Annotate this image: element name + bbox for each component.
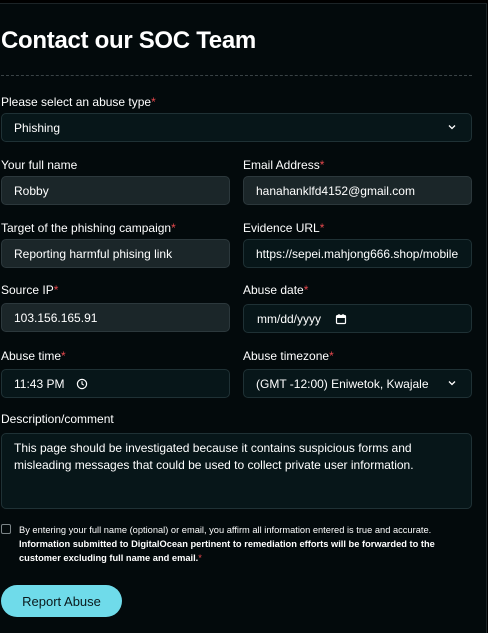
- abuse-date-value: mm/dd/yyyy: [257, 311, 322, 326]
- target-label-text: Target of the phishing campaign: [1, 221, 172, 235]
- abuse-date-input[interactable]: mm/dd/yyyy: [243, 304, 472, 333]
- full-name-input[interactable]: Robby: [1, 176, 230, 205]
- evidence-url-label-text: Evidence URL: [243, 221, 320, 235]
- timezone-value: (GMT -12:00) Eniwetok, Kwajale: [256, 376, 429, 391]
- required-mark: *: [319, 158, 325, 172]
- contact-form-panel: Contact our SOC Team Please select an ab…: [0, 3, 487, 633]
- clock-icon[interactable]: [76, 378, 88, 390]
- required-mark: *: [329, 349, 334, 363]
- source-ip-value: 103.156.165.91: [14, 310, 98, 325]
- full-name-label: Your full name: [1, 158, 78, 172]
- required-mark: *: [53, 283, 59, 297]
- abuse-type-label: Please select an abuse type*: [1, 95, 156, 109]
- required-mark: *: [319, 221, 325, 235]
- chevron-down-icon: [448, 381, 456, 386]
- source-ip-label-text: Source IP: [1, 283, 54, 297]
- abuse-time-input[interactable]: 11:43 PM: [1, 369, 230, 398]
- abuse-type-label-text: Please select an abuse type: [1, 95, 152, 109]
- target-value: Reporting harmful phising link: [14, 246, 173, 261]
- email-label: Email Address*: [243, 158, 324, 172]
- email-label-text: Email Address: [243, 158, 320, 172]
- required-mark: *: [303, 283, 309, 297]
- timezone-select[interactable]: (GMT -12:00) Eniwetok, Kwajale: [243, 369, 472, 398]
- email-input[interactable]: hanahanklfd4152@gmail.com: [243, 176, 472, 205]
- report-abuse-button[interactable]: Report Abuse: [1, 585, 122, 617]
- consent-checkbox[interactable]: [1, 524, 11, 534]
- evidence-url-value: https://sepei.mahjong666.shop/mobile: [256, 246, 459, 261]
- abuse-date-label-text: Abuse date: [243, 283, 304, 297]
- calendar-icon[interactable]: [335, 313, 347, 325]
- required-mark: *: [151, 95, 156, 109]
- dashed-divider: [1, 75, 472, 76]
- description-textarea[interactable]: This page should be investigated because…: [1, 433, 472, 509]
- description-label: Description/comment: [1, 412, 114, 426]
- target-input[interactable]: Reporting harmful phising link: [1, 239, 230, 268]
- page-title: Contact our SOC Team: [1, 27, 256, 54]
- abuse-date-label: Abuse date*: [243, 283, 308, 297]
- required-mark: *: [171, 221, 176, 235]
- source-ip-label: Source IP*: [1, 283, 58, 297]
- consent-text: By entering your full name (optional) or…: [19, 523, 439, 565]
- consent-text-plain: By entering your full name (optional) or…: [19, 525, 432, 535]
- required-mark: *: [198, 553, 202, 563]
- evidence-url-label: Evidence URL*: [243, 221, 324, 235]
- abuse-type-value: Phishing: [14, 120, 61, 135]
- source-ip-input[interactable]: 103.156.165.91: [1, 303, 230, 332]
- required-mark: *: [61, 349, 66, 363]
- evidence-url-input[interactable]: https://sepei.mahjong666.shop/mobile: [243, 239, 472, 268]
- consent-text-bold: Information submitted to DigitalOcean pe…: [19, 539, 435, 563]
- abuse-time-label-text: Abuse time: [1, 349, 62, 363]
- chevron-down-icon: [448, 125, 456, 130]
- email-value: hanahanklfd4152@gmail.com: [256, 183, 415, 198]
- abuse-time-value: 11:43 PM: [14, 376, 65, 391]
- target-label: Target of the phishing campaign*: [1, 221, 176, 235]
- abuse-type-select[interactable]: Phishing: [1, 113, 472, 142]
- full-name-value: Robby: [14, 183, 49, 198]
- timezone-label: Abuse timezone*: [243, 349, 334, 363]
- timezone-label-text: Abuse timezone: [243, 349, 330, 363]
- abuse-time-label: Abuse time*: [1, 349, 66, 363]
